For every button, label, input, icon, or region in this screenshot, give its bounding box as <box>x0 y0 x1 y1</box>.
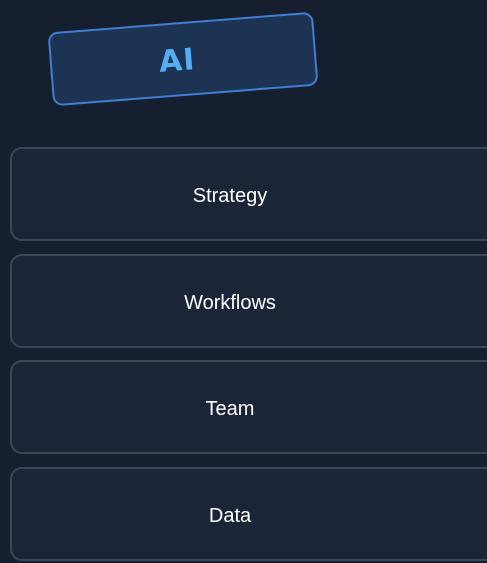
list-item-workflows[interactable]: Workflows <box>10 254 487 348</box>
ai-badge-label: AI <box>157 42 197 80</box>
list-item-label: Team <box>205 397 255 420</box>
list-item-team[interactable]: Team <box>10 360 487 454</box>
list-item-label: Workflows <box>184 291 276 314</box>
list-item-strategy[interactable]: Strategy <box>10 147 487 241</box>
list-item-label: Strategy <box>192 184 268 207</box>
list-item-label: Data <box>208 504 252 527</box>
ai-badge: AI <box>47 11 319 107</box>
list-item-data[interactable]: Data <box>10 467 487 561</box>
